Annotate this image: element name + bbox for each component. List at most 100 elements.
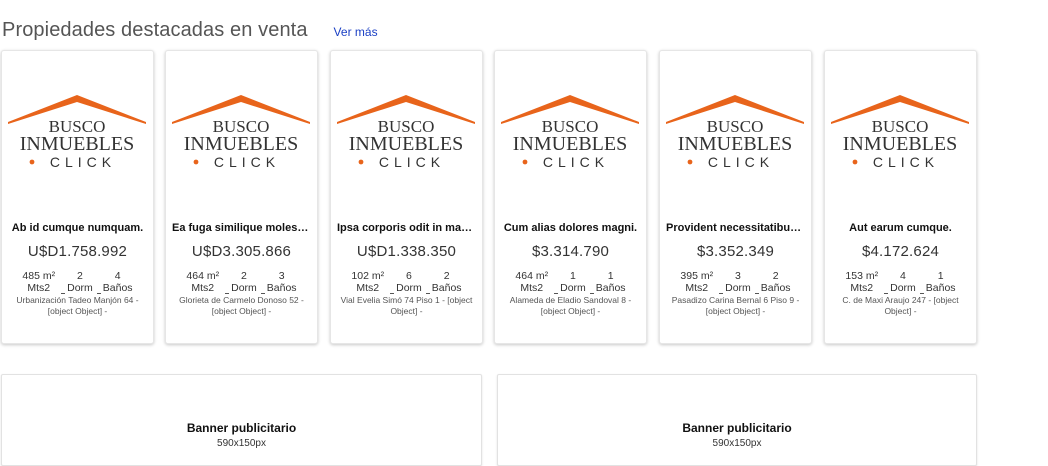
bedrooms-value: 2 bbox=[241, 270, 247, 282]
separator-dash bbox=[719, 281, 724, 294]
feature-area: 464 m² Mts2 bbox=[515, 270, 549, 294]
property-card[interactable]: BUSCO INMUEBLES CLICK Provident necessitati… bbox=[659, 50, 812, 344]
bedrooms-label: Dorm bbox=[725, 281, 751, 294]
property-card[interactable]: BUSCO INMUEBLES CLICK Aut earum cumque. $4.1… bbox=[824, 50, 977, 344]
property-address: Pasadizo Carina Bernal 6 Piso 9 - [objec… bbox=[671, 295, 800, 316]
area-unit: Mts2 bbox=[356, 281, 380, 294]
feature-area: 395 m² Mts2 bbox=[680, 270, 714, 294]
feature-area: 102 m² Mts2 bbox=[351, 270, 385, 294]
logo-line-click: CLICK bbox=[214, 154, 280, 170]
bathrooms-value: 2 bbox=[772, 270, 779, 282]
area-value: 395 m² bbox=[680, 270, 714, 282]
bathrooms-label: Baños bbox=[760, 281, 791, 294]
feature-bathrooms: 2 Baños bbox=[431, 270, 462, 294]
company-logo: BUSCOINMUEBLESCLICK bbox=[831, 95, 969, 170]
feature-bedrooms: 1 Dorm bbox=[560, 270, 586, 294]
property-card[interactable]: BUSCO INMUEBLES CLICK Cum alias dolores mag… bbox=[494, 50, 647, 344]
ad-banner[interactable]: Banner publicitario 590x150px bbox=[497, 374, 977, 466]
logo-line-inmuebles: INMUEBLES bbox=[184, 133, 298, 155]
property-price: $3.352.349 bbox=[696, 243, 775, 260]
separator-dash bbox=[390, 281, 395, 294]
company-logo: BUSCOINMUEBLESCLICK bbox=[337, 95, 475, 170]
feature-bedrooms: 6 Dorm bbox=[396, 270, 422, 294]
bedrooms-label: Dorm bbox=[890, 281, 916, 294]
area-unit: Mts2 bbox=[520, 281, 544, 294]
property-features: 485 m² Mts2 2 Dorm 4 Baños bbox=[8, 270, 147, 294]
property-features: 102 m² Mts2 6 Dorm 2 Baños bbox=[337, 270, 476, 294]
logo-line-click: CLICK bbox=[50, 154, 116, 170]
property-address: C. de Maxi Araujo 247 - [object Object] … bbox=[842, 295, 959, 316]
logo-line-inmuebles: INMUEBLES bbox=[20, 133, 134, 155]
area-value: 485 m² bbox=[22, 270, 56, 282]
bathrooms-value: 4 bbox=[114, 270, 121, 282]
logo-line-inmuebles: INMUEBLES bbox=[843, 133, 957, 155]
section-title: Propiedades destacadas en venta bbox=[2, 19, 308, 41]
bathrooms-value: 1 bbox=[607, 270, 614, 282]
feature-bedrooms: 2 Dorm bbox=[231, 270, 257, 294]
property-features: 464 m² Mts2 2 Dorm 3 Baños bbox=[172, 270, 311, 294]
see-more-link[interactable]: Ver más bbox=[334, 25, 378, 39]
logo-dot bbox=[358, 159, 364, 165]
property-address: Alameda de Eladio Sandoval 8 - [object O… bbox=[509, 295, 632, 316]
separator-dash bbox=[61, 281, 66, 294]
ad-banner[interactable]: Banner publicitario 590x150px bbox=[1, 374, 482, 466]
logo-line-inmuebles: INMUEBLES bbox=[349, 133, 463, 155]
feature-bedrooms: 2 Dorm bbox=[67, 270, 93, 294]
property-price: U$D3.305.866 bbox=[191, 243, 292, 260]
bathrooms-label: Baños bbox=[102, 281, 133, 294]
property-address: Urbanización Tadeo Manjón 64 - [object O… bbox=[16, 295, 139, 316]
area-unit: Mts2 bbox=[191, 281, 215, 294]
feature-bathrooms: 3 Baños bbox=[266, 270, 297, 294]
bathrooms-label: Baños bbox=[925, 281, 956, 294]
property-features: 464 m² Mts2 1 Dorm 1 Baños bbox=[501, 270, 640, 294]
property-card[interactable]: BUSCO INMUEBLES CLICK Ab id cumque numquam.… bbox=[1, 50, 154, 344]
area-value: 464 m² bbox=[186, 270, 220, 282]
bedrooms-value: 2 bbox=[77, 270, 83, 282]
area-value: 153 m² bbox=[845, 270, 879, 282]
area-unit: Mts2 bbox=[850, 281, 874, 294]
bedrooms-label: Dorm bbox=[560, 281, 586, 294]
bedrooms-label: Dorm bbox=[396, 281, 422, 294]
company-logo: BUSCOINMUEBLESCLICK bbox=[8, 95, 146, 170]
property-title: Ab id cumque numquam. bbox=[11, 222, 144, 234]
feature-area: 153 m² Mts2 bbox=[845, 270, 879, 294]
feature-bathrooms: 2 Baños bbox=[760, 270, 791, 294]
property-address: Vial Evelia Simó 74 Piso 1 - [object Obj… bbox=[340, 295, 473, 316]
banner-size: 590x150px bbox=[712, 438, 762, 449]
property-title: Cum alias dolores magni. bbox=[503, 222, 638, 234]
property-features: 395 m² Mts2 3 Dorm 2 Baños bbox=[666, 270, 805, 294]
banner-title: Banner publicitario bbox=[682, 421, 792, 435]
feature-area: 485 m² Mts2 bbox=[22, 270, 56, 294]
logo-dot bbox=[852, 159, 858, 165]
logo-dot bbox=[687, 159, 693, 165]
area-value: 464 m² bbox=[515, 270, 549, 282]
feature-bedrooms: 3 Dorm bbox=[725, 270, 751, 294]
separator-dash bbox=[884, 281, 889, 294]
bathrooms-label: Baños bbox=[595, 281, 626, 294]
separator-dash bbox=[225, 281, 230, 294]
feature-bedrooms: 4 Dorm bbox=[890, 270, 916, 294]
area-unit: Mts2 bbox=[685, 281, 709, 294]
separator-dash bbox=[919, 281, 924, 294]
property-card[interactable]: BUSCO INMUEBLES CLICK Ipsa corporis odit in… bbox=[330, 50, 483, 344]
logo-dot bbox=[193, 159, 199, 165]
feature-bathrooms: 4 Baños bbox=[102, 270, 133, 294]
logo-dot bbox=[29, 159, 35, 165]
feature-bathrooms: 1 Baños bbox=[925, 270, 956, 294]
bathrooms-label: Baños bbox=[431, 281, 462, 294]
feature-bathrooms: 1 Baños bbox=[595, 270, 626, 294]
property-title: Provident necessitatibus… bbox=[666, 222, 805, 234]
company-logo: BUSCOINMUEBLESCLICK bbox=[501, 95, 639, 170]
bedrooms-value: 4 bbox=[900, 270, 906, 282]
area-value: 102 m² bbox=[351, 270, 385, 282]
property-price: $4.172.624 bbox=[861, 243, 940, 260]
logo-line-click: CLICK bbox=[543, 154, 609, 170]
separator-dash bbox=[425, 281, 430, 294]
bathrooms-label: Baños bbox=[266, 281, 297, 294]
separator-dash bbox=[260, 281, 265, 294]
property-card[interactable]: BUSCO INMUEBLES CLICK Ea fuga similique mol… bbox=[165, 50, 318, 344]
bathrooms-value: 1 bbox=[937, 270, 944, 282]
bedrooms-value: 1 bbox=[570, 270, 576, 282]
section-header: Propiedades destacadas en venta Ver más bbox=[2, 19, 378, 47]
property-price: $3.314.790 bbox=[531, 243, 610, 260]
